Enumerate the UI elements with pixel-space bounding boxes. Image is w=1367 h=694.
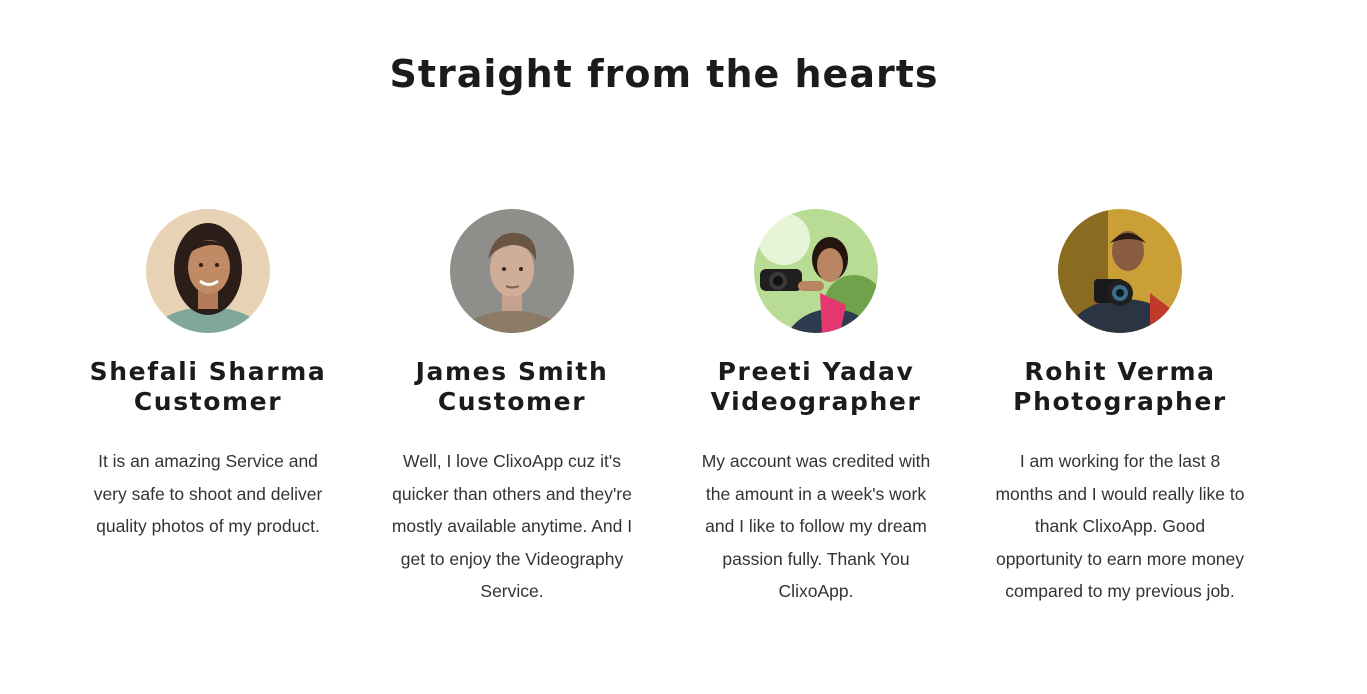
person-name: Preeti Yadav Videographer <box>711 357 922 417</box>
testimonial-card: Shefali Sharma Customer It is an amazing… <box>56 209 360 608</box>
person-name: Shefali Sharma Customer <box>90 357 327 417</box>
name-text: James Smith <box>415 357 609 386</box>
role-text: Videographer <box>710 387 922 416</box>
name-text: Preeti Yadav <box>717 357 915 386</box>
person-name: Rohit Verma Photographer <box>1013 357 1227 417</box>
man-with-camera-icon <box>1058 209 1182 333</box>
testimonial-card: Rohit Verma Photographer I am working fo… <box>968 209 1272 608</box>
testimonial-quote: I am working for the last 8 months and I… <box>995 451 1245 601</box>
woman-portrait-icon <box>146 209 270 333</box>
section-title: Straight from the hearts <box>389 52 939 96</box>
testimonial-quote: Well, I love ClixoApp cuz it's quicker t… <box>391 451 633 601</box>
avatar <box>450 209 574 333</box>
name-text: Shefali Sharma <box>89 357 327 386</box>
man-portrait-icon <box>450 209 574 333</box>
name-text: Rohit Verma <box>1024 357 1216 386</box>
role-text: Photographer <box>1013 387 1227 416</box>
avatar <box>754 209 878 333</box>
woman-with-camera-icon <box>754 209 878 333</box>
testimonial-card: James Smith Customer Well, I love ClixoA… <box>360 209 664 608</box>
testimonial-card: Preeti Yadav Videographer My account was… <box>664 209 968 608</box>
avatar <box>146 209 270 333</box>
role-text: Customer <box>437 387 587 416</box>
role-text: Customer <box>133 387 283 416</box>
person-name: James Smith Customer <box>416 357 609 417</box>
avatar <box>1058 209 1182 333</box>
testimonial-quote: It is an amazing Service and very safe t… <box>93 451 323 536</box>
testimonial-quote: My account was credited with the amount … <box>701 451 931 601</box>
testimonials-grid: Shefali Sharma Customer It is an amazing… <box>56 209 1272 608</box>
